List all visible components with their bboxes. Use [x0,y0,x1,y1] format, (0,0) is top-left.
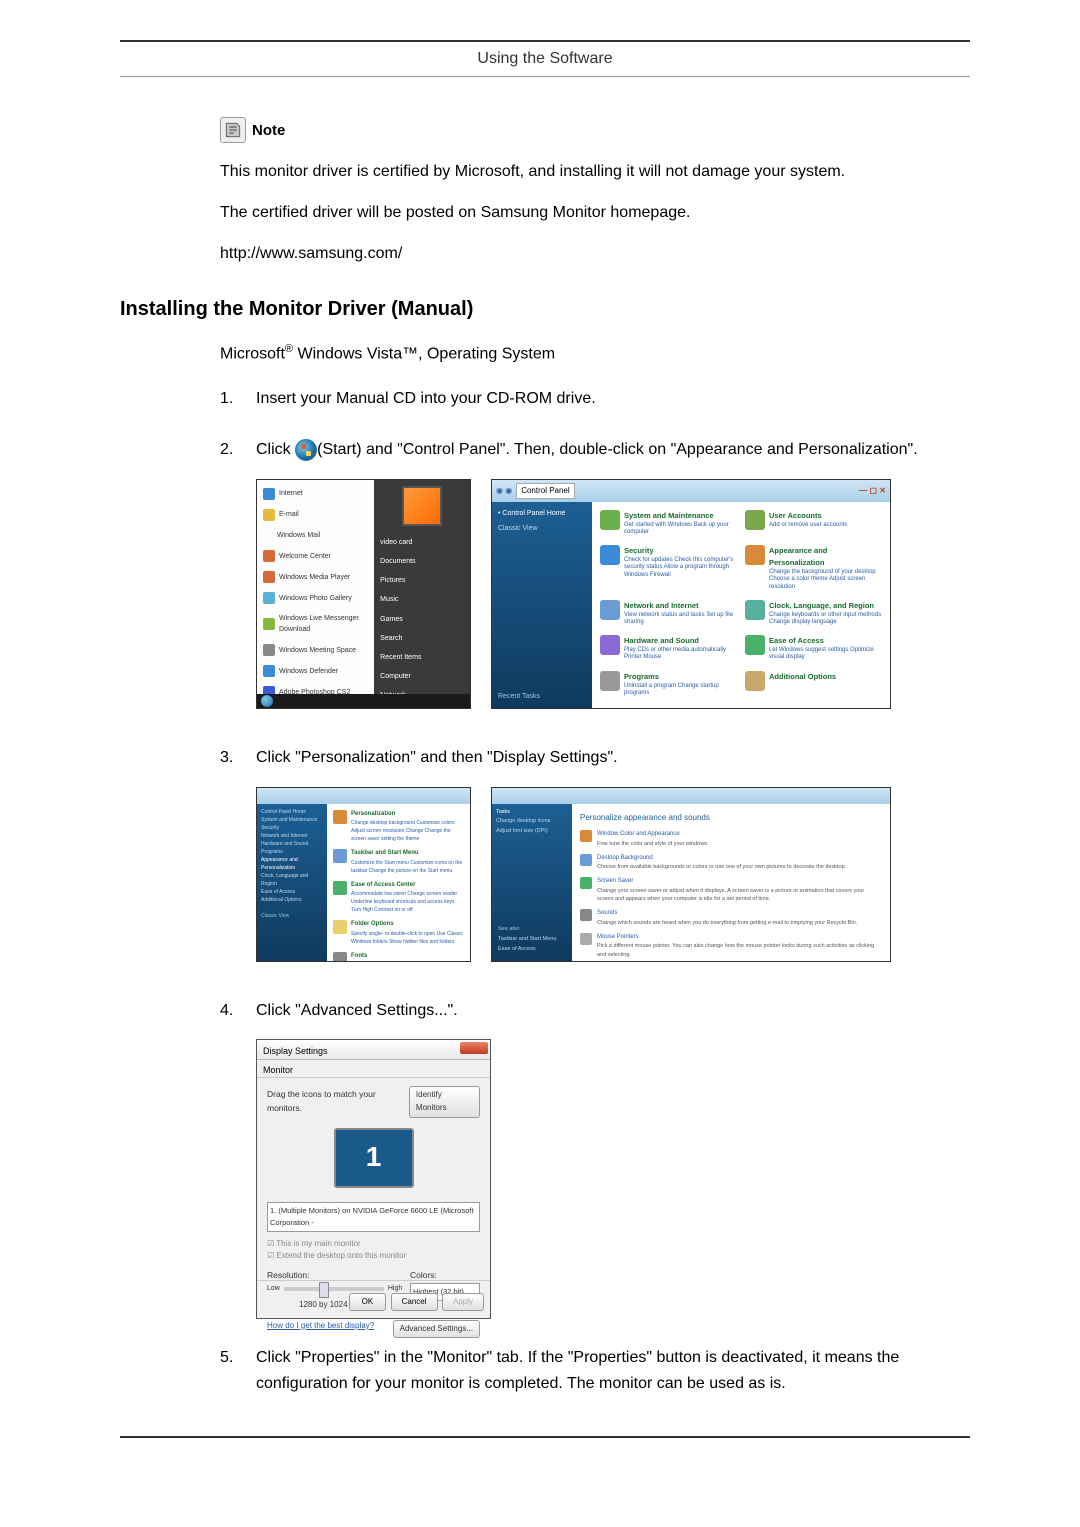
subtitle-suffix: , Operating System [418,346,555,363]
sm-item: Windows Live Messenger Download [279,613,368,635]
step-2: 2. Click (Start) and "Control Panel". Th… [220,437,970,719]
cp-cat-system: System and Maintenance [624,510,737,522]
note-line-1: This monitor driver is certified by Micr… [220,158,970,187]
note-label: Note [252,122,285,139]
step-1: 1. Insert your Manual CD into your CD-RO… [220,386,970,412]
ds-window-title: Display Settings [263,1046,328,1056]
cp-cat-clock: Clock, Language, and Region [769,600,882,612]
monitor-preview: 1 [334,1128,414,1188]
cp-home: Control Panel Home [502,510,565,517]
sm-item: Internet [279,488,303,499]
screenshot-appearance: Control Panel Home System and Maintenanc… [256,787,471,962]
page-header: Using the Software [120,50,970,68]
rp-item: video card [378,534,466,551]
subtitle-mid: Windows Vista [293,346,402,363]
cp-cat-user: User Accounts [769,510,847,522]
tm-mark: ™ [402,346,418,363]
rp-item: Recent Items [378,649,466,666]
cp-cat-security: Security [624,545,737,557]
sm-item: E-mail [279,509,299,520]
sm-item: Welcome Center [279,551,331,562]
sm-item: Windows Defender [279,666,338,677]
close-icon[interactable] [460,1042,488,1054]
step-1-text: Insert your Manual CD into your CD-ROM d… [256,386,970,412]
screenshot-display-settings: Display Settings Monitor Drag the icons … [256,1039,491,1319]
step-3-number: 3. [220,745,256,771]
note-line-3: http://www.samsung.com/ [220,240,970,269]
step-4-number: 4. [220,998,256,1024]
ds-tab-monitor[interactable]: Monitor [257,1060,490,1078]
footer-rule [120,1436,970,1438]
note-icon [220,117,246,143]
os-subtitle: Microsoft® Windows Vista™, Operating Sys… [220,343,970,363]
note-block: Note This monitor driver is certified by… [220,117,970,268]
step-2-pre: Click [256,441,295,458]
step-5-text: Click "Properties" in the "Monitor" tab.… [256,1345,970,1396]
cp-cat-additional: Additional Options [769,671,836,683]
rp-item: Pictures [378,572,466,589]
pz-title: Personalize appearance and sounds [580,812,882,825]
step-1-number: 1. [220,386,256,412]
step-5-number: 5. [220,1345,256,1371]
sm-item: Windows Meeting Space [279,645,356,656]
cancel-button[interactable]: Cancel [391,1293,438,1312]
sm-item: Windows Photo Gallery [279,593,352,604]
step-4: 4. Click "Advanced Settings...". Display… [220,998,970,1320]
cp-cat-ease: Ease of Access [769,635,882,647]
cp-classic: Classic View [498,523,586,534]
rp-item: Music [378,591,466,608]
step-5: 5. Click "Properties" in the "Monitor" t… [220,1345,970,1396]
step-2-number: 2. [220,437,256,463]
subtitle-prefix: Microsoft [220,346,285,363]
rp-item: Games [378,611,466,628]
header-bottom-rule [120,76,970,77]
start-orb-icon [295,439,317,461]
header-top-rule [120,40,970,42]
screenshot-controlpanel: ◉ ◉ Control Panel — ▢ ✕ • Control Panel … [491,479,891,709]
ds-drag-text: Drag the icons to match your monitors. [267,1088,409,1115]
section-title: Installing the Monitor Driver (Manual) [120,298,970,321]
cp-breadcrumb: Control Panel [516,483,574,500]
help-link[interactable]: How do I get the best display? [267,1320,374,1339]
cp-cat-hardware: Hardware and Sound [624,635,737,647]
ok-button[interactable]: OK [349,1293,387,1312]
rp-item: Search [378,630,466,647]
sm-item: Windows Media Player [279,572,350,583]
step-4-text: Click "Advanced Settings...". [256,1002,458,1019]
identify-monitors-button[interactable]: Identify Monitors [409,1086,480,1118]
rp-item: Documents [378,553,466,570]
note-line-2: The certified driver will be posted on S… [220,199,970,228]
step-3-text: Click "Personalization" and then "Displa… [256,749,618,766]
reg-mark: ® [285,343,293,355]
screenshot-personalization: Tasks Change desktop icons Adjust font s… [491,787,891,962]
step-3: 3. Click "Personalization" and then "Dis… [220,745,970,972]
sm-item: Notes [279,708,297,709]
cp-cat-appearance: Appearance and Personalization [769,545,882,569]
sm-item: Windows Mail [277,530,320,541]
monitor-select[interactable]: 1. (Multiple Monitors) on NVIDIA GeForce… [267,1202,480,1232]
screenshot-startmenu: Internet E-mail Windows Mail Welcome Cen… [256,479,471,709]
user-avatar [402,486,442,526]
step-2-post: (Start) and "Control Panel". Then, doubl… [317,441,918,458]
apply-button[interactable]: Apply [442,1293,484,1312]
rp-item: Computer [378,668,466,685]
cp-cat-network: Network and Internet [624,600,737,612]
cp-recent: Recent Tasks [498,691,540,702]
advanced-settings-button[interactable]: Advanced Settings... [393,1320,480,1339]
cp-cat-programs: Programs [624,671,737,683]
taskbar-start-orb [261,695,273,707]
